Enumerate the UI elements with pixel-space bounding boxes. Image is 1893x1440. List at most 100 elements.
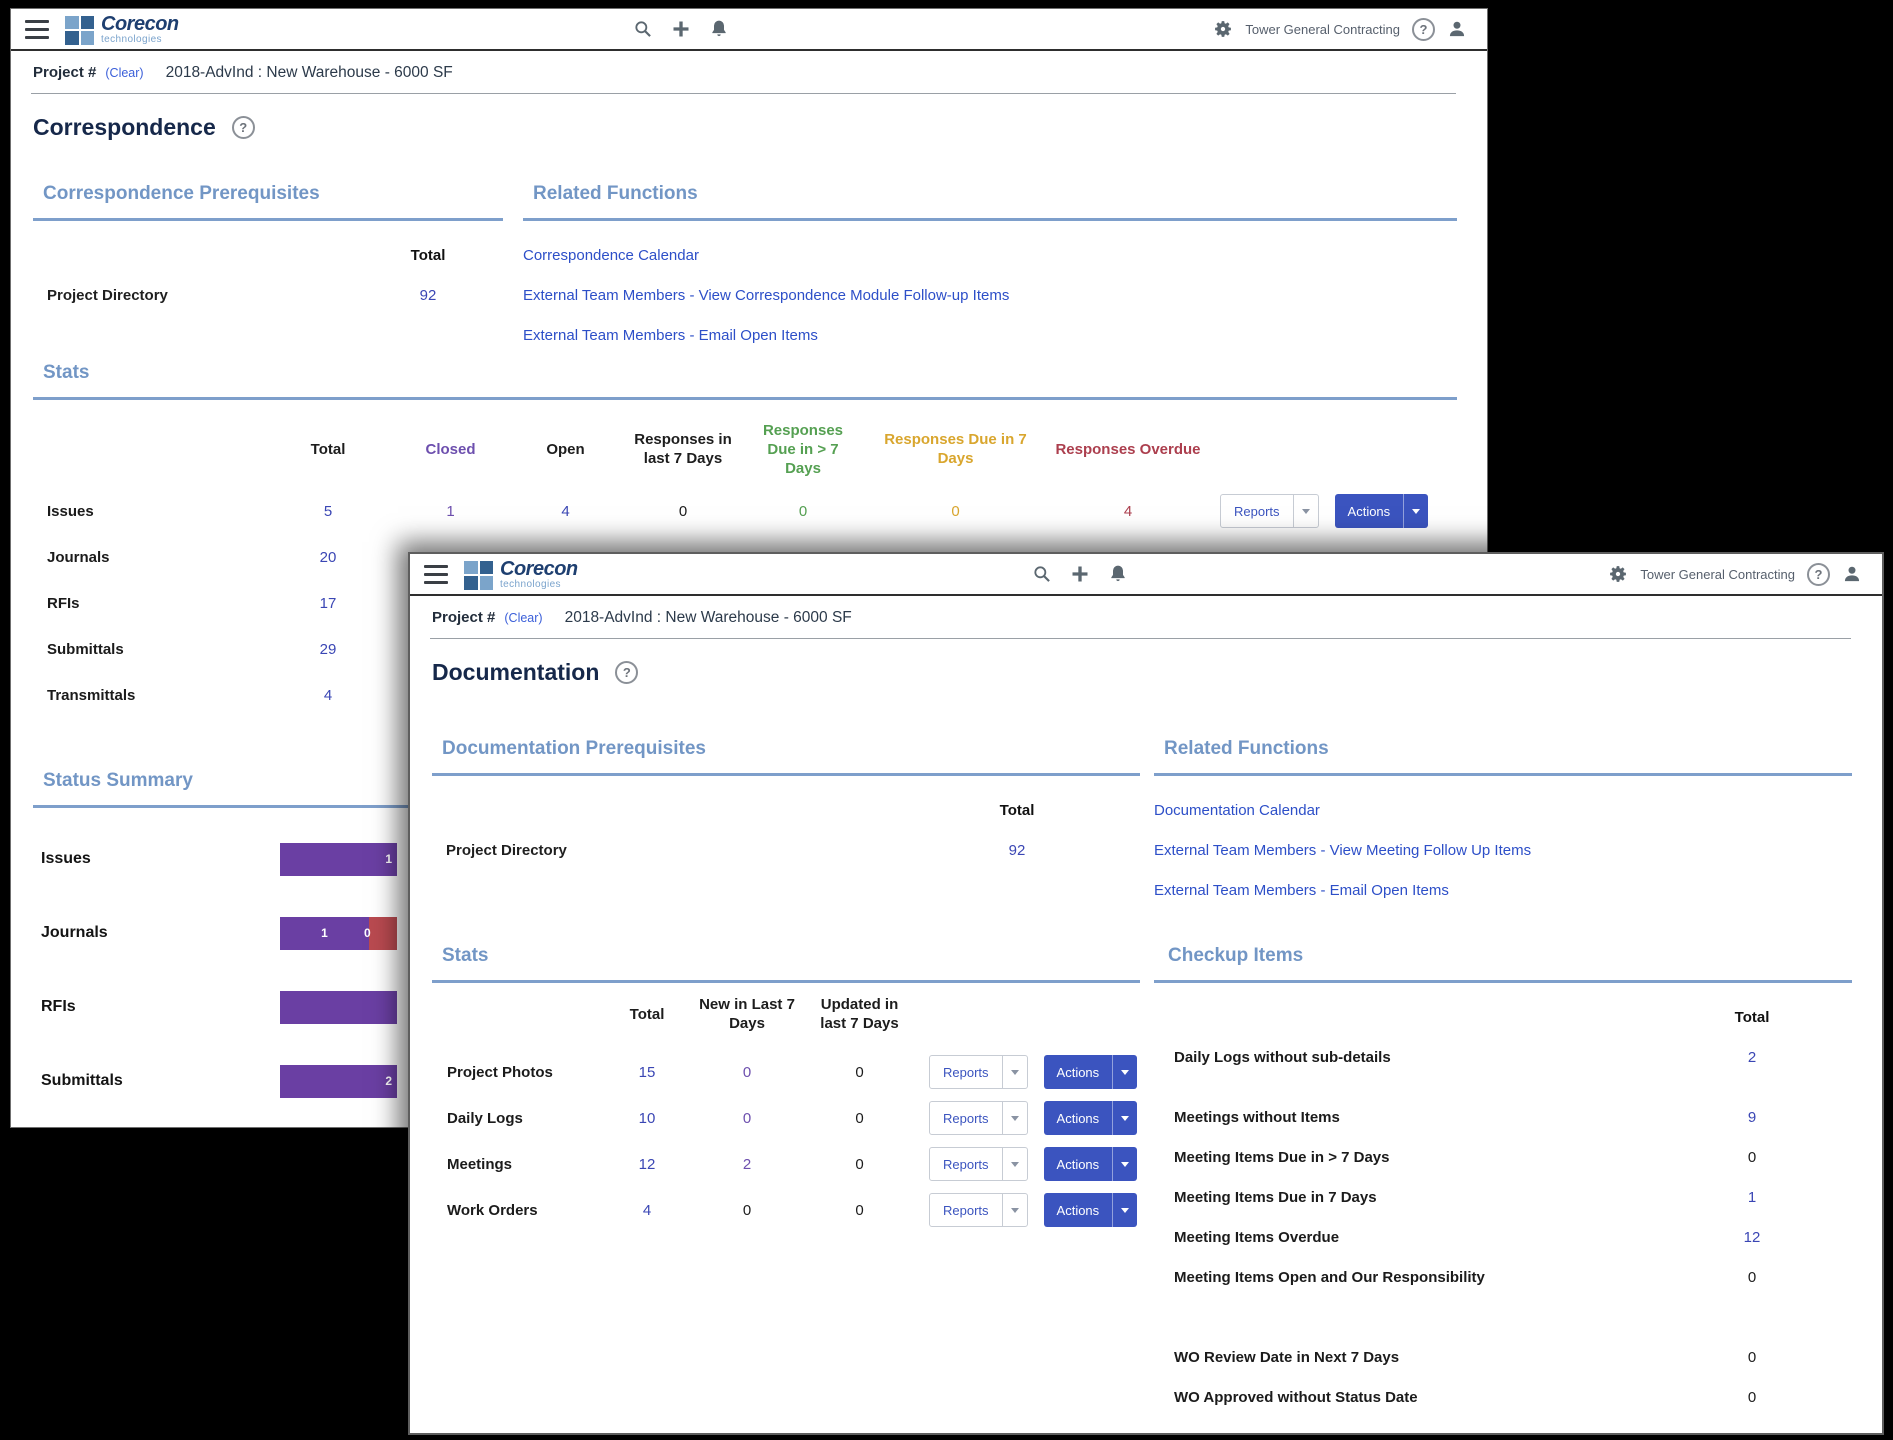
- reports-button[interactable]: Reports: [929, 1101, 1028, 1135]
- stat-value-updated-last7: 0: [855, 1201, 864, 1219]
- project-selector-bar: Project # (Clear) 2018-AdvInd : New Ware…: [31, 51, 1456, 94]
- company-selector[interactable]: Tower General Contracting: [1245, 22, 1400, 37]
- related-function-link[interactable]: External Team Members - View Meeting Fol…: [1154, 830, 1852, 870]
- stat-value-closed[interactable]: 1: [393, 503, 508, 520]
- reports-dropdown-caret[interactable]: [1001, 1102, 1027, 1134]
- related-function-link[interactable]: External Team Members - Email Open Items: [523, 315, 1457, 355]
- search-icon[interactable]: [633, 19, 653, 39]
- actions-button[interactable]: Actions: [1334, 494, 1429, 528]
- checkup-label: Meeting Items Overdue: [1174, 1228, 1340, 1246]
- related-function-link[interactable]: Documentation Calendar: [1154, 790, 1852, 830]
- reports-button[interactable]: Reports: [929, 1193, 1028, 1227]
- actions-dropdown-caret[interactable]: [1112, 1147, 1137, 1181]
- reports-button[interactable]: Reports: [1220, 494, 1319, 528]
- actions-dropdown-caret[interactable]: [1112, 1055, 1137, 1089]
- menu-icon[interactable]: [424, 562, 448, 586]
- stat-value-open[interactable]: 4: [508, 503, 623, 520]
- page-help-icon[interactable]: ?: [231, 115, 255, 139]
- project-directory-total-link[interactable]: 92: [987, 842, 1047, 859]
- add-icon[interactable]: [1070, 564, 1090, 584]
- actions-dropdown-caret[interactable]: [1403, 494, 1428, 528]
- stats-row-label: Meetings: [447, 1155, 513, 1173]
- stats-row-label: Issues: [47, 502, 94, 520]
- checkup-label: Meeting Items Due in > 7 Days: [1174, 1148, 1390, 1166]
- reports-dropdown-caret[interactable]: [1001, 1148, 1027, 1180]
- documentation-stats-section: Stats Total New in Last 7 Days Updated i…: [432, 946, 1140, 1417]
- actions-button[interactable]: Actions: [1043, 1101, 1138, 1135]
- checkup-value: 0: [1747, 1388, 1757, 1406]
- reports-button[interactable]: Reports: [929, 1147, 1028, 1181]
- actions-button[interactable]: Actions: [1043, 1055, 1138, 1089]
- table-row: Issues 5 1 4 0 0 0 4 Reports Actions: [33, 488, 1457, 534]
- checkup-value[interactable]: 12: [1722, 1229, 1782, 1246]
- stat-value-total[interactable]: 29: [263, 641, 393, 658]
- related-function-link[interactable]: External Team Members - Email Open Items: [1154, 870, 1852, 910]
- stat-value-due7: 0: [951, 502, 960, 520]
- checkup-value: 0: [1747, 1348, 1757, 1366]
- stat-value-total[interactable]: 15: [602, 1064, 692, 1081]
- checkup-header-row: Total: [1154, 997, 1852, 1037]
- column-header: Responses Due in > 7 Days: [762, 421, 844, 477]
- section-heading: Checkup Items: [1154, 946, 1852, 983]
- notifications-bell-icon[interactable]: [1108, 564, 1128, 584]
- section-heading: Stats: [33, 363, 1457, 400]
- section-heading: Related Functions: [523, 184, 1457, 221]
- checkup-value[interactable]: 9: [1722, 1109, 1782, 1126]
- reports-dropdown-caret[interactable]: [1292, 495, 1318, 527]
- help-icon[interactable]: ?: [1412, 17, 1435, 41]
- column-header: Responses in last 7 Days: [634, 431, 732, 467]
- topbar-account-area: Tower General Contracting ?: [1608, 562, 1862, 586]
- actions-dropdown-caret[interactable]: [1112, 1101, 1137, 1135]
- checkup-value[interactable]: 1: [1722, 1189, 1782, 1206]
- stat-value-new-last7: 0: [742, 1201, 752, 1219]
- actions-button[interactable]: Actions: [1043, 1193, 1138, 1227]
- search-icon[interactable]: [1032, 564, 1052, 584]
- table-row: Project Photos 15 0 0 Reports Actions: [432, 1049, 1140, 1095]
- menu-icon[interactable]: [25, 17, 49, 41]
- company-selector[interactable]: Tower General Contracting: [1640, 567, 1795, 582]
- reports-button[interactable]: Reports: [929, 1055, 1028, 1089]
- bar-label: Journals: [41, 924, 108, 941]
- checkup-label: WO Review Date in Next 7 Days: [1174, 1348, 1400, 1366]
- stat-value-new-last7[interactable]: 2: [692, 1156, 802, 1173]
- clear-project-link[interactable]: (Clear): [504, 611, 542, 625]
- related-function-link[interactable]: External Team Members - View Corresponde…: [523, 275, 1457, 315]
- stats-row-label: Transmittals: [47, 686, 136, 704]
- page-help-icon[interactable]: ?: [615, 660, 639, 684]
- reports-dropdown-caret[interactable]: [1001, 1194, 1027, 1226]
- reports-dropdown-caret[interactable]: [1001, 1056, 1027, 1088]
- table-row: Meetings 12 2 0 Reports Actions: [432, 1141, 1140, 1187]
- user-profile-icon[interactable]: [1447, 19, 1467, 39]
- stat-value-total[interactable]: 17: [263, 595, 393, 612]
- notifications-bell-icon[interactable]: [709, 19, 729, 39]
- desktop-canvas: Corecon technologies Tower General Contr…: [0, 0, 1893, 1440]
- add-icon[interactable]: [671, 19, 691, 39]
- stat-value-total[interactable]: 10: [602, 1110, 692, 1127]
- stat-value-total[interactable]: 5: [263, 503, 393, 520]
- checkup-value[interactable]: 2: [1722, 1049, 1782, 1066]
- column-header: Responses Due in 7 Days: [884, 431, 1027, 467]
- stat-value-total[interactable]: 20: [263, 549, 393, 566]
- user-profile-icon[interactable]: [1842, 564, 1862, 584]
- clear-project-link[interactable]: (Clear): [105, 66, 143, 80]
- help-icon[interactable]: ?: [1807, 562, 1830, 586]
- actions-button[interactable]: Actions: [1043, 1147, 1138, 1181]
- settings-gear-icon[interactable]: [1608, 564, 1628, 584]
- total-column-header: Total: [1734, 1008, 1770, 1026]
- column-header: Closed: [425, 440, 476, 458]
- stat-value-total[interactable]: 12: [602, 1156, 692, 1173]
- stat-value-total[interactable]: 4: [263, 687, 393, 704]
- stats-row-label: Work Orders: [447, 1201, 538, 1219]
- brand-name: Corecon: [101, 12, 179, 35]
- actions-dropdown-caret[interactable]: [1112, 1193, 1137, 1227]
- stat-value-responses-last7: 0: [678, 502, 688, 520]
- project-directory-total-link[interactable]: 92: [398, 287, 458, 304]
- table-row: Project Directory 92: [432, 830, 1140, 870]
- stat-value-total[interactable]: 4: [602, 1202, 692, 1219]
- table-row: Meetings without Items 9: [1154, 1097, 1852, 1137]
- corecon-logo: Corecon technologies: [65, 14, 179, 45]
- settings-gear-icon[interactable]: [1213, 19, 1233, 39]
- related-function-link[interactable]: Correspondence Calendar: [523, 235, 1457, 275]
- page-title: Documentation: [432, 658, 600, 685]
- related-functions-section: Related Functions Documentation Calendar…: [1140, 739, 1852, 910]
